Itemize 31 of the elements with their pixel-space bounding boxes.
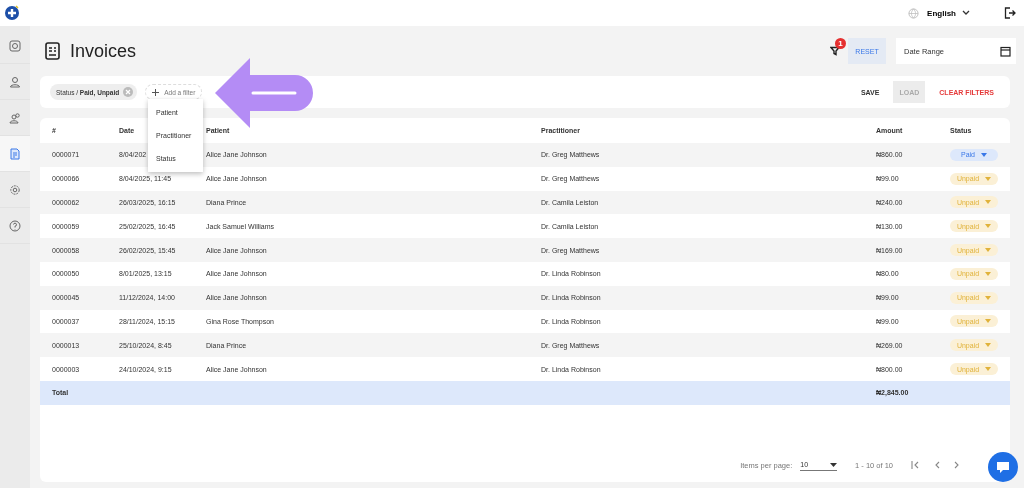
caret-icon xyxy=(985,176,992,181)
caret-icon xyxy=(985,200,992,205)
previous-icon[interactable] xyxy=(934,461,940,469)
caret-icon xyxy=(985,248,992,253)
caret-icon xyxy=(981,152,987,157)
invoice-icon xyxy=(45,42,60,60)
caret-icon xyxy=(985,367,992,372)
user-icon[interactable] xyxy=(9,75,21,88)
users-icon[interactable] xyxy=(9,111,21,124)
next-icon[interactable] xyxy=(954,461,960,469)
plus-icon xyxy=(152,88,160,96)
first-page-icon[interactable] xyxy=(911,461,920,469)
filter-count-badge: 1 xyxy=(835,38,846,49)
caret-icon xyxy=(985,295,992,300)
caret-icon xyxy=(985,319,992,324)
filter-icon[interactable] xyxy=(830,46,840,56)
document-icon[interactable] xyxy=(9,147,21,160)
help-icon[interactable] xyxy=(9,219,21,232)
language-select[interactable]: English xyxy=(927,8,970,18)
caret-icon xyxy=(985,343,992,348)
caret-icon xyxy=(985,271,992,276)
chevron-icon xyxy=(962,10,970,16)
remove-icon[interactable] xyxy=(123,87,134,97)
caret-icon xyxy=(985,224,992,229)
settings-icon[interactable] xyxy=(9,183,21,196)
logout-icon[interactable] xyxy=(1004,7,1016,19)
caret-icon xyxy=(830,462,838,467)
chat-button[interactable] xyxy=(988,452,1018,482)
logo-icon xyxy=(4,5,20,21)
calendar-icon[interactable] xyxy=(1000,45,1011,57)
page-title: Invoices xyxy=(70,40,137,62)
